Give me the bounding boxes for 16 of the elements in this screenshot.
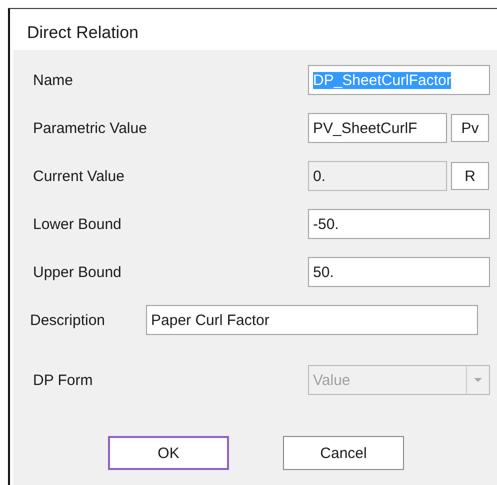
- field-label: Parametric Value: [32, 120, 148, 136]
- dialog-button[interactable]: Cancel: [283, 436, 404, 470]
- field-label: Lower Bound: [32, 216, 122, 232]
- dialog-button[interactable]: OK: [108, 436, 229, 470]
- side-button[interactable]: Pv: [451, 114, 489, 142]
- window-title: Direct Relation: [26, 22, 140, 44]
- dropdown-arrow-icon: [473, 377, 483, 383]
- field-label: Current Value: [32, 168, 126, 184]
- field-label: Description: [29, 312, 106, 328]
- input-field[interactable]: PV_SheetCurlF: [308, 113, 447, 143]
- field-label: Upper Bound: [32, 264, 122, 280]
- field-label: Name: [32, 72, 74, 88]
- input-field[interactable]: -50.: [308, 209, 490, 239]
- input-field[interactable]: Paper Curl Factor: [146, 305, 478, 335]
- field-label: DP Form: [32, 372, 94, 388]
- input-field[interactable]: 50.: [308, 257, 490, 287]
